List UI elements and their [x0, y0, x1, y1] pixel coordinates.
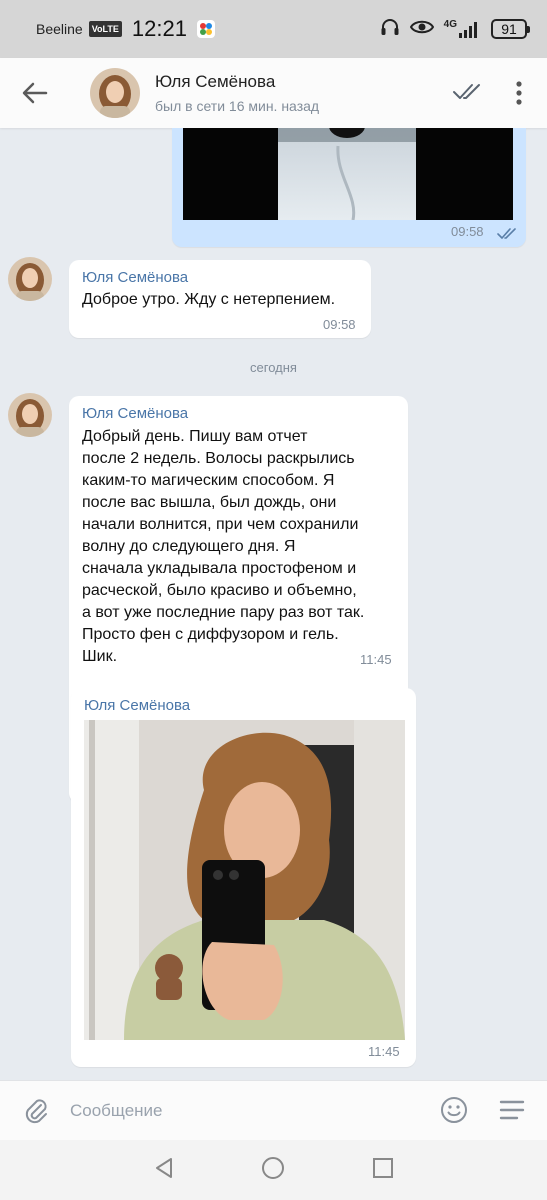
message-input[interactable]: Сообщение	[70, 1101, 163, 1121]
app-notification-icon	[196, 20, 215, 38]
sender-avatar[interactable]	[8, 393, 52, 437]
message-line: Шик.	[82, 648, 118, 665]
message-line: каким-то магическим способом. Я	[82, 472, 335, 489]
eye-icon	[409, 19, 434, 40]
message-line: после вас вышла, был дождь, они	[82, 494, 337, 511]
status-bar: Beeline VoLTE 12:21 4G 91	[0, 0, 547, 58]
message-line: Добрый день. Пишу вам отчет	[82, 428, 308, 445]
video-thumbnail[interactable]	[183, 128, 513, 220]
message-line: расческой, было красиво и объемно,	[82, 582, 357, 599]
back-button[interactable]	[0, 58, 70, 128]
date-separator: сегодня	[250, 360, 297, 375]
message-line: после 2 недель. Волосы раскрылись	[82, 450, 355, 467]
carrier-name: Beeline	[36, 21, 83, 37]
message-line: Просто фен с диффузором и гель.	[82, 626, 339, 643]
more-options-button[interactable]	[505, 76, 533, 110]
menu-lines-icon	[499, 1100, 525, 1120]
last-seen-status: был в сети 16 мин. назад	[155, 98, 320, 114]
message-line: сначала укладывала простофеном и	[82, 560, 357, 577]
menu-button[interactable]	[499, 1098, 525, 1127]
message-line: начали волнится, при чем сохранили	[82, 516, 359, 533]
mark-read-button[interactable]	[452, 80, 482, 109]
emoji-button[interactable]	[440, 1096, 468, 1129]
double-check-icon	[453, 84, 480, 99]
message-text: Доброе утро. Жду с нетерпением.	[82, 291, 336, 308]
message-list[interactable]: 09:58 Юля Семёнова Доброе утро. Жду с не…	[0, 128, 547, 1080]
photo-attachment[interactable]	[84, 720, 405, 1040]
selfie-photo-image	[84, 720, 405, 1040]
smile-icon	[441, 1097, 467, 1123]
message-time: 09:58	[323, 317, 356, 332]
message-time: 09:58	[451, 224, 484, 239]
contact-avatar[interactable]	[90, 68, 140, 118]
message-time: 11:45	[360, 652, 392, 667]
sender-name[interactable]: Юля Семёнова	[82, 269, 188, 286]
message-time: 11:45	[368, 1044, 400, 1059]
battery-indicator: 91	[491, 19, 530, 39]
incoming-photo-message[interactable]: Юля Семёнова 11:45	[71, 688, 416, 1067]
message-composer: Сообщение	[0, 1080, 547, 1140]
incoming-text-message[interactable]: Юля Семёнова Доброе утро. Жду с нетерпен…	[69, 260, 371, 338]
chat-header: Юля Семёнова был в сети 16 мин. назад	[0, 58, 547, 128]
nav-home-button[interactable]	[261, 1156, 285, 1185]
headphones-icon	[380, 18, 400, 41]
triangle-back-icon	[156, 1157, 173, 1178]
message-text: Добрый день. Пишу вам отчет после 2 неде…	[82, 426, 364, 668]
sender-avatar[interactable]	[8, 257, 52, 301]
message-line: волну до следующего дня. Я	[82, 538, 296, 555]
nav-back-button[interactable]	[153, 1157, 175, 1184]
outgoing-video-message[interactable]: 09:58	[172, 128, 526, 247]
video-frame-image	[278, 128, 416, 220]
sender-name[interactable]: Юля Семёнова	[84, 697, 190, 714]
paperclip-icon	[25, 1098, 47, 1123]
circle-home-icon	[262, 1156, 285, 1179]
message-line: а вот уже последние пару раз вот так.	[82, 604, 365, 621]
arrow-left-icon	[22, 82, 48, 104]
contact-name[interactable]: Юля Семёнова	[155, 72, 319, 92]
nav-recents-button[interactable]	[372, 1157, 394, 1184]
sender-name[interactable]: Юля Семёнова	[82, 405, 188, 422]
attach-button[interactable]	[20, 1095, 52, 1127]
double-check-icon	[497, 228, 516, 239]
clock: 12:21	[131, 16, 187, 41]
system-navigation-bar	[0, 1140, 547, 1200]
square-recents-icon	[372, 1157, 393, 1178]
more-vertical-icon	[516, 81, 522, 105]
volte-badge: VoLTE	[88, 21, 122, 37]
signal-icon: 4G	[444, 20, 481, 38]
